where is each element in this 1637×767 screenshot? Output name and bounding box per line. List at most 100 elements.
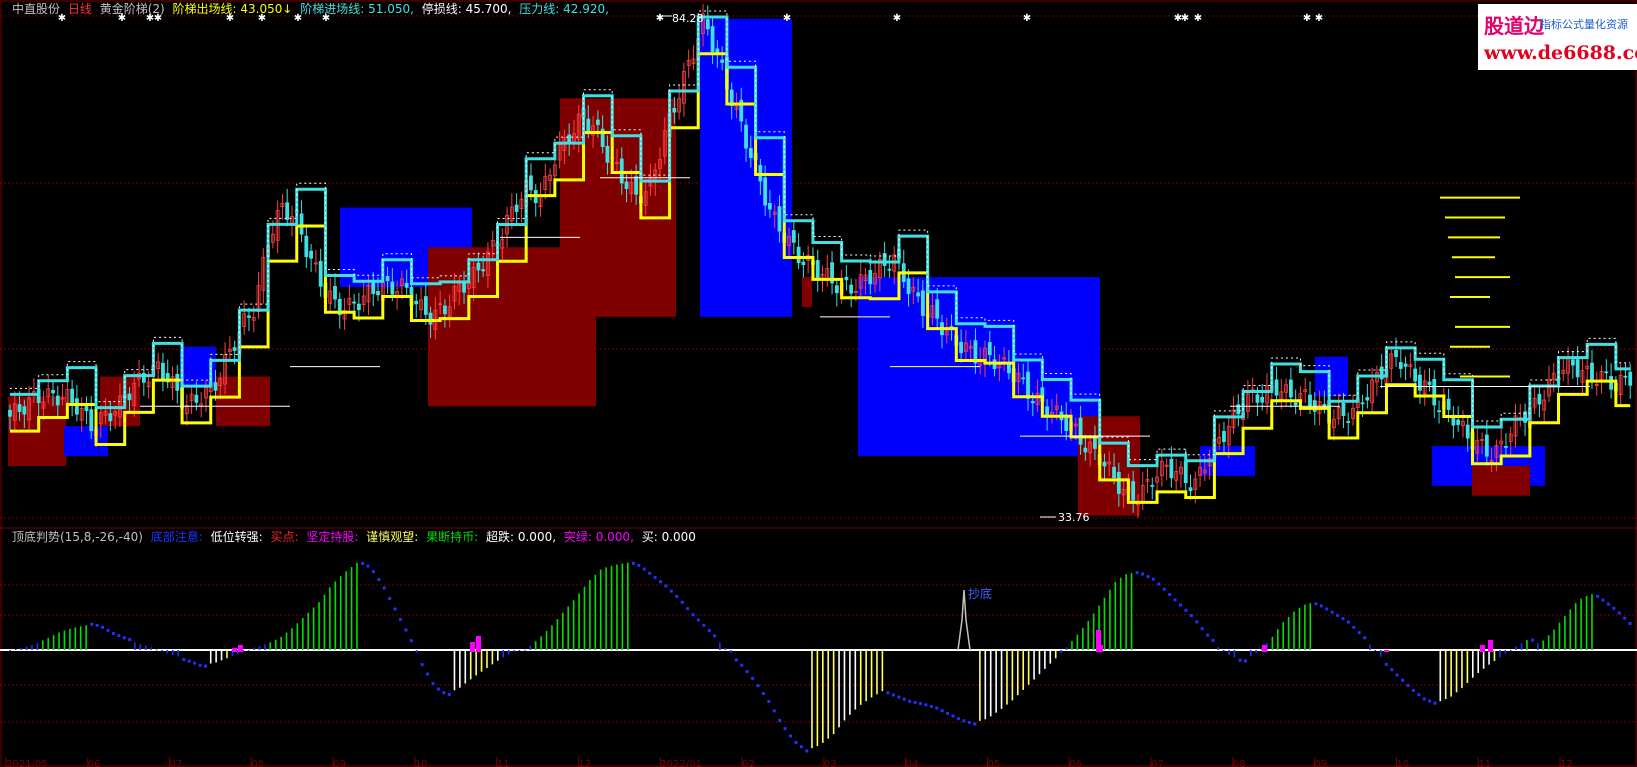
candle-body [720, 59, 725, 63]
high-price-label: 84.28 [672, 12, 704, 25]
osc-bar-falling [913, 700, 917, 704]
candle-body [1346, 421, 1351, 423]
osc-bar-watch [1450, 650, 1452, 697]
osc-bar-watch [865, 650, 867, 702]
candle-body [161, 362, 165, 380]
ladder-block-bear [700, 18, 792, 317]
osc-bar-falling [1401, 678, 1405, 682]
osc-bar-strong [356, 562, 358, 650]
candle-body [476, 262, 481, 271]
osc-bar-falling [361, 561, 365, 565]
signal-star: ✱ [783, 13, 791, 24]
osc-bar-neutral [253, 647, 255, 650]
candlesticks [8, 4, 1633, 519]
osc-bar-strong [605, 567, 607, 650]
osc-bar-falling [1195, 620, 1199, 624]
osc-bar-neutral [1509, 649, 1512, 651]
candle-body [213, 382, 218, 391]
indicator-name[interactable]: 黄金阶梯(2) [100, 2, 165, 16]
osc-bar-falling [1612, 606, 1616, 610]
osc-bar-neutral [502, 650, 505, 658]
candle-body [1112, 466, 1116, 479]
x-tick-label: 11 [497, 759, 510, 767]
osc-bar-strong [551, 625, 553, 650]
candle-body [1575, 359, 1580, 378]
osc-bar-neutral [1520, 643, 1523, 650]
osc-bar-falling [1141, 572, 1145, 576]
exit-line-label: 阶梯出场线: [172, 2, 237, 16]
candle-body [376, 290, 380, 296]
osc-bar-strong [269, 642, 272, 650]
candle-body [1365, 397, 1370, 401]
osc-bar-falling [675, 594, 679, 598]
osc-bar-watch [464, 650, 467, 684]
osc-bar-strong [42, 640, 44, 650]
osc-bar-falling [631, 561, 635, 565]
x-tick-label: 2021/05 [6, 759, 48, 767]
x-tick-label: 06 [1069, 759, 1082, 767]
osc-bar-watch [475, 650, 477, 676]
osc-bar-neutral [139, 644, 142, 650]
x-tick-label: 03 [824, 759, 837, 767]
osc-bar-falling [1151, 577, 1155, 581]
candle-body [586, 118, 591, 133]
osc-bar-falling [637, 563, 641, 567]
osc-bar-strong [329, 587, 331, 650]
candle-body [796, 246, 801, 264]
osc-bar-falling [1206, 633, 1210, 637]
osc-bar-strong [274, 639, 277, 650]
osc-bar-strong [583, 586, 586, 650]
stock-name[interactable]: 中直股份 [12, 2, 60, 16]
signal-star: ✱ [1181, 13, 1189, 24]
osc-bar-falling [1238, 658, 1242, 662]
x-tick-label: 09 [333, 759, 346, 767]
osc-bar-neutral [36, 643, 39, 650]
candle-body [959, 341, 964, 354]
watermark-tagline: 指标公式量化资源 [1540, 18, 1628, 31]
osc-bar-strong [63, 630, 66, 650]
candle-body [920, 290, 925, 316]
osc-bar-watch [838, 650, 840, 728]
candle-body [127, 393, 132, 401]
osc-bar-watch [849, 650, 851, 715]
osc-bar-watch [469, 650, 472, 680]
candle-body [1623, 375, 1628, 378]
candle-body [1341, 403, 1346, 416]
osc-bar-falling [371, 570, 375, 574]
osc-bar-strong [540, 636, 542, 650]
osc-bar-falling [1422, 697, 1426, 701]
osc-bar-neutral [144, 645, 147, 650]
osc-bar-neutral [1499, 650, 1501, 658]
exit-line-value: 43.050↓ [240, 2, 293, 16]
osc-bar-watch [1011, 650, 1014, 701]
osc-bar-neutral [1249, 650, 1252, 657]
osc-bar-neutral [1065, 647, 1068, 650]
candle-body [1093, 436, 1097, 449]
candle-body [1026, 371, 1030, 399]
period-label[interactable]: 日线 [68, 2, 92, 16]
osc-bar-falling [1411, 688, 1415, 692]
osc-bar-strong [1591, 594, 1593, 650]
oscillator-name[interactable]: 顶底判势(15,8,-26,-40) [12, 530, 143, 544]
osc-bar-falling [664, 584, 668, 588]
osc-bar-falling [929, 704, 933, 708]
osc-bar-falling [1157, 582, 1161, 586]
candle-body [1131, 481, 1136, 501]
osc-bar-falling [1601, 598, 1605, 602]
osc-bar-watch [811, 650, 813, 749]
osc-bar-strong [1071, 641, 1073, 650]
candle-body [529, 175, 533, 191]
candle-body [318, 260, 323, 287]
signal-star: ✱ [893, 13, 901, 24]
osc-bar-watch [1444, 650, 1447, 700]
osc-bar-strong [1287, 616, 1290, 650]
osc-bar-neutral [513, 650, 515, 653]
candle-body [1006, 363, 1011, 374]
candle-body [1446, 398, 1451, 410]
candle-body [390, 281, 395, 295]
osc-bar-strong [79, 626, 82, 650]
osc-bar-falling [1417, 693, 1421, 697]
candle-body [1604, 371, 1609, 374]
candle-body [1394, 350, 1398, 357]
osc-bar-falling [1146, 575, 1150, 579]
